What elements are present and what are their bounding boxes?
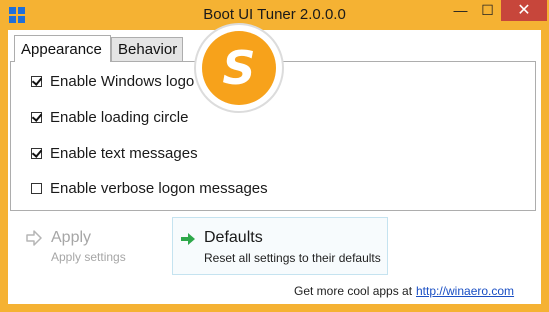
- apply-title: Apply: [51, 229, 92, 246]
- option-loading-circle[interactable]: Enable loading circle: [31, 106, 188, 128]
- option-windows-logo[interactable]: Enable Windows logo: [31, 70, 194, 92]
- defaults-button[interactable]: Defaults Reset all settings to their def…: [172, 217, 388, 275]
- defaults-subtitle: Reset all settings to their defaults: [204, 251, 381, 265]
- close-button[interactable]: ✕: [501, 0, 547, 21]
- option-label: Enable loading circle: [50, 108, 189, 126]
- windows-logo-checkbox[interactable]: [31, 75, 42, 87]
- tab-behavior[interactable]: Behavior: [111, 37, 183, 61]
- arrow-right-icon: [26, 230, 42, 246]
- apply-button[interactable]: Apply Apply settings: [26, 229, 166, 269]
- option-text-messages[interactable]: Enable text messages: [31, 142, 198, 164]
- arrow-right-icon: [181, 233, 195, 245]
- apply-subtitle: Apply settings: [51, 250, 126, 264]
- defaults-title: Defaults: [204, 229, 263, 246]
- option-label: Enable verbose logon messages: [50, 179, 268, 197]
- winaero-link[interactable]: http://winaero.com: [416, 284, 514, 298]
- tab-appearance[interactable]: Appearance: [14, 35, 111, 62]
- maximize-button[interactable]: ☐: [474, 0, 501, 21]
- minimize-button[interactable]: —: [447, 0, 474, 21]
- text-messages-checkbox[interactable]: [31, 147, 42, 159]
- option-verbose-logon[interactable]: Enable verbose logon messages: [31, 177, 268, 199]
- watermark-logo: S: [194, 23, 284, 113]
- watermark-letter: S: [222, 41, 255, 95]
- app-window: Boot UI Tuner 2.0.0.0 — ☐ ✕ Appearance B…: [0, 0, 549, 312]
- option-label: Enable text messages: [50, 144, 198, 162]
- loading-circle-checkbox[interactable]: [31, 111, 42, 123]
- verbose-logon-checkbox[interactable]: [31, 182, 42, 194]
- footer-text: Get more cool apps at: [294, 284, 413, 298]
- option-label: Enable Windows logo: [50, 72, 195, 90]
